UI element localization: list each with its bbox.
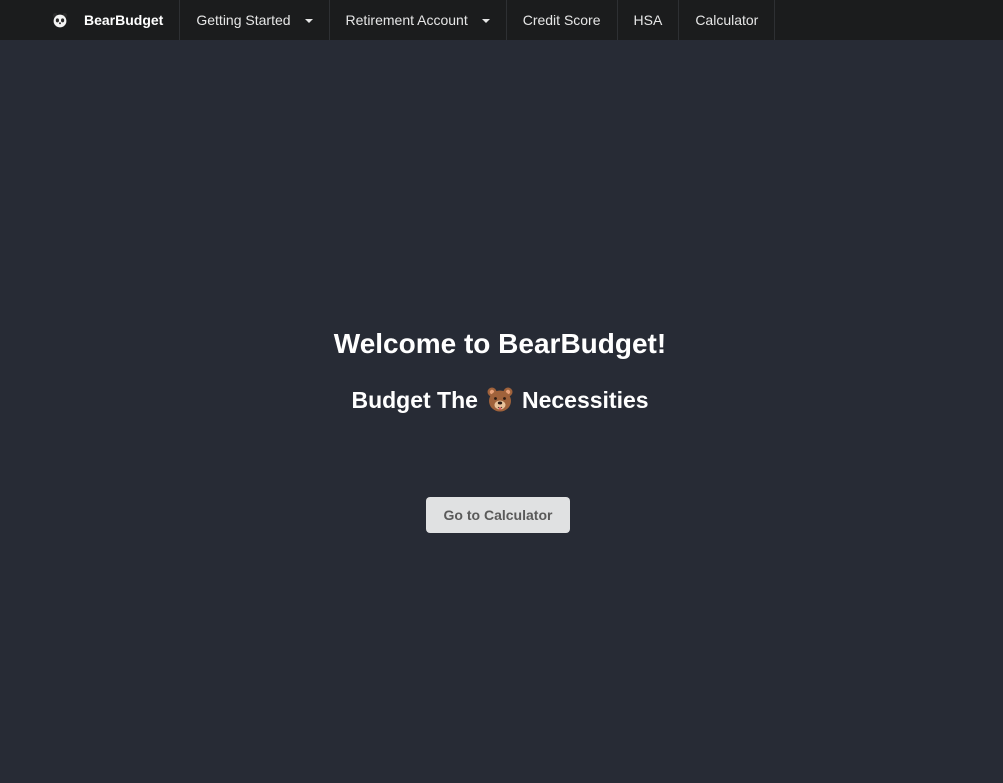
nav-getting-started-label: Getting Started <box>196 12 291 28</box>
brand-name: BearBudget <box>84 12 164 28</box>
panda-icon <box>52 12 68 28</box>
caret-down-icon <box>481 18 490 23</box>
nav-hsa[interactable]: HSA <box>618 0 680 40</box>
nav-retirement-account-label: Retirement Account <box>345 12 468 28</box>
nav-credit-score[interactable]: Credit Score <box>507 0 618 40</box>
brand-link[interactable]: BearBudget <box>0 0 181 40</box>
bear-face-icon <box>486 386 514 414</box>
caret-down-icon <box>304 18 313 23</box>
top-navbar: BearBudget Getting Started Retirement Ac… <box>0 0 1003 40</box>
page-title: Welcome to BearBudget! <box>333 328 667 359</box>
nav-credit-score-label: Credit Score <box>522 12 601 28</box>
page-subtitle: Budget The Necessities <box>0 386 1000 414</box>
nav-getting-started[interactable]: Getting Started <box>180 0 330 40</box>
nav-retirement-account[interactable]: Retirement Account <box>330 0 507 40</box>
nav-calculator-label: Calculator <box>695 12 759 28</box>
go-to-calculator-button[interactable]: Go to Calculator <box>426 497 570 533</box>
hero-section: Welcome to BearBudget! Budget The Necess… <box>0 40 1003 783</box>
nav-hsa-label: HSA <box>633 12 663 28</box>
subtitle-text-after: Necessities <box>521 386 649 413</box>
subtitle-text-before: Budget The <box>351 386 478 413</box>
nav-calculator[interactable]: Calculator <box>679 0 776 40</box>
